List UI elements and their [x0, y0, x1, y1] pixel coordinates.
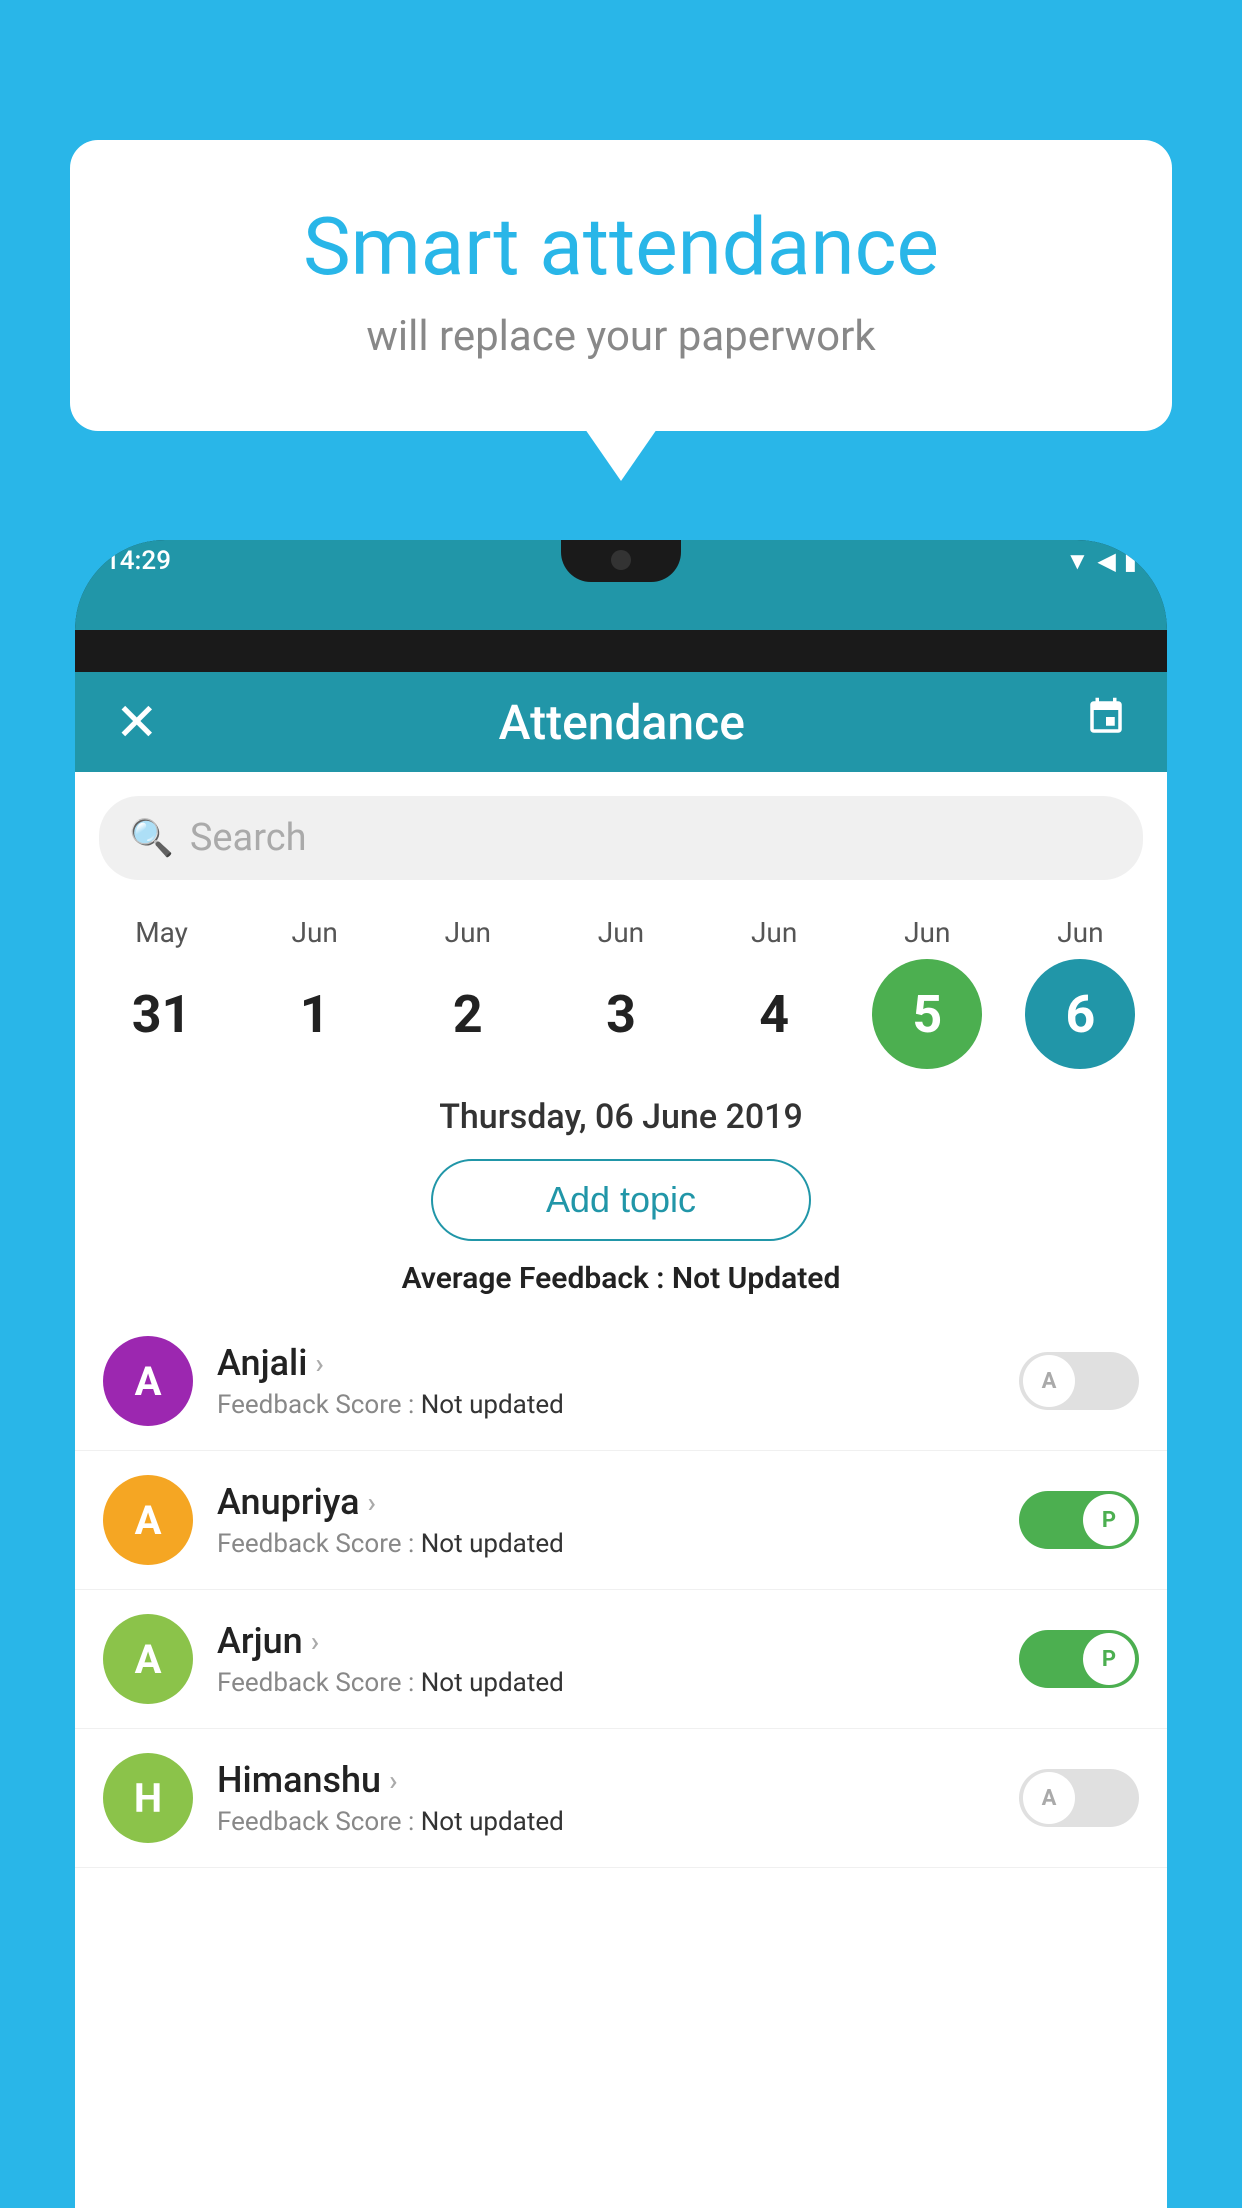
- chevron-icon: ›: [368, 1486, 376, 1519]
- student-name: Anupriya ›: [217, 1481, 995, 1523]
- date-month: Jun: [1057, 916, 1103, 949]
- screen-content: 🔍 Search May 31 Jun 1 Jun 2 Jun 3 Jun 4 Jun 5 Jun 6 T…: [75, 772, 1167, 2208]
- signal-icon: ◀: [1097, 547, 1115, 575]
- add-topic-button[interactable]: Add topic: [431, 1159, 811, 1241]
- date-number[interactable]: 6: [1025, 959, 1135, 1069]
- student-list: AAnjali ›Feedback Score : Not updatedAAA…: [75, 1312, 1167, 1868]
- student-name: Arjun ›: [217, 1620, 995, 1662]
- date-month: Jun: [598, 916, 644, 949]
- wifi-icon: ▼: [1066, 547, 1090, 576]
- date-month: Jun: [292, 916, 338, 949]
- avatar: A: [103, 1614, 193, 1704]
- status-icons: ▼ ◀ ▮: [1066, 547, 1137, 576]
- student-feedback: Feedback Score : Not updated: [217, 1529, 995, 1559]
- date-item[interactable]: Jun 6: [1015, 916, 1145, 1069]
- attendance-toggle[interactable]: A: [1019, 1352, 1139, 1410]
- close-icon[interactable]: ✕: [115, 692, 159, 753]
- phone-frame: 14:29 ▼ ◀ ▮ ✕ Attendance 🔍 Search May31J: [75, 540, 1167, 2208]
- date-number[interactable]: 5: [872, 959, 982, 1069]
- student-info: Arjun › Feedback Score : Not updated: [217, 1620, 995, 1698]
- student-info: Himanshu › Feedback Score : Not updated: [217, 1759, 995, 1837]
- date-item[interactable]: Jun 3: [556, 916, 686, 1069]
- date-month: Jun: [904, 916, 950, 949]
- feedback-value: Not Updated: [672, 1261, 840, 1296]
- chevron-icon: ›: [389, 1764, 397, 1797]
- attendance-toggle[interactable]: P: [1019, 1491, 1139, 1549]
- camera-notch: [611, 550, 631, 570]
- search-bar[interactable]: 🔍 Search: [99, 796, 1143, 880]
- student-feedback: Feedback Score : Not updated: [217, 1390, 995, 1420]
- toggle-thumb: A: [1023, 1772, 1075, 1824]
- chevron-icon: ›: [311, 1625, 319, 1658]
- date-number[interactable]: 1: [260, 959, 370, 1069]
- student-item[interactable]: H Himanshu › Feedback Score : Not updated A: [75, 1729, 1167, 1868]
- toggle-thumb: P: [1083, 1494, 1135, 1546]
- search-icon: 🔍: [129, 817, 174, 859]
- app-bar-title: Attendance: [499, 694, 745, 751]
- date-month: Jun: [445, 916, 491, 949]
- status-time: 14:29: [105, 546, 171, 576]
- date-month: Jun: [751, 916, 797, 949]
- search-placeholder: Search: [190, 816, 307, 860]
- date-row: May 31 Jun 1 Jun 2 Jun 3 Jun 4 Jun 5 Jun 6: [75, 896, 1167, 1069]
- date-number[interactable]: 31: [107, 959, 217, 1069]
- avatar: A: [103, 1336, 193, 1426]
- date-item[interactable]: Jun 4: [709, 916, 839, 1069]
- student-name: Himanshu ›: [217, 1759, 995, 1801]
- chevron-icon: ›: [315, 1347, 323, 1380]
- date-item[interactable]: Jun 5: [862, 916, 992, 1069]
- date-item[interactable]: Jun 2: [403, 916, 533, 1069]
- battery-icon: ▮: [1124, 547, 1137, 575]
- toggle-thumb: A: [1023, 1355, 1075, 1407]
- feedback-prefix: Average Feedback :: [402, 1261, 672, 1296]
- student-info: Anupriya › Feedback Score : Not updated: [217, 1481, 995, 1559]
- student-item[interactable]: A Arjun › Feedback Score : Not updated P: [75, 1590, 1167, 1729]
- date-item[interactable]: May 31: [97, 916, 227, 1069]
- attendance-toggle[interactable]: P: [1019, 1630, 1139, 1688]
- toggle-thumb: P: [1083, 1633, 1135, 1685]
- student-info: Anjali › Feedback Score : Not updated: [217, 1342, 995, 1420]
- date-item[interactable]: Jun 1: [250, 916, 380, 1069]
- student-feedback: Feedback Score : Not updated: [217, 1668, 995, 1698]
- speech-bubble: Smart attendance will replace your paper…: [70, 140, 1172, 431]
- attendance-toggle[interactable]: A: [1019, 1769, 1139, 1827]
- selected-date-label: Thursday, 06 June 2019: [75, 1097, 1167, 1137]
- calendar-icon[interactable]: [1085, 696, 1127, 749]
- bubble-subtitle: will replace your paperwork: [150, 312, 1092, 361]
- student-item[interactable]: A Anjali › Feedback Score : Not updated A: [75, 1312, 1167, 1451]
- app-bar: ✕ Attendance: [75, 672, 1167, 772]
- date-number[interactable]: 4: [719, 959, 829, 1069]
- average-feedback-label: Average Feedback : Not Updated: [75, 1261, 1167, 1296]
- student-name: Anjali ›: [217, 1342, 995, 1384]
- date-month: May: [135, 916, 188, 949]
- phone-top-bar: 14:29 ▼ ◀ ▮: [75, 540, 1167, 630]
- date-number[interactable]: 3: [566, 959, 676, 1069]
- avatar: H: [103, 1753, 193, 1843]
- avatar: A: [103, 1475, 193, 1565]
- date-number[interactable]: 2: [413, 959, 523, 1069]
- speech-bubble-container: Smart attendance will replace your paper…: [70, 140, 1172, 431]
- notch: [561, 540, 681, 582]
- student-feedback: Feedback Score : Not updated: [217, 1807, 995, 1837]
- student-item[interactable]: A Anupriya › Feedback Score : Not updated P: [75, 1451, 1167, 1590]
- bubble-title: Smart attendance: [150, 200, 1092, 294]
